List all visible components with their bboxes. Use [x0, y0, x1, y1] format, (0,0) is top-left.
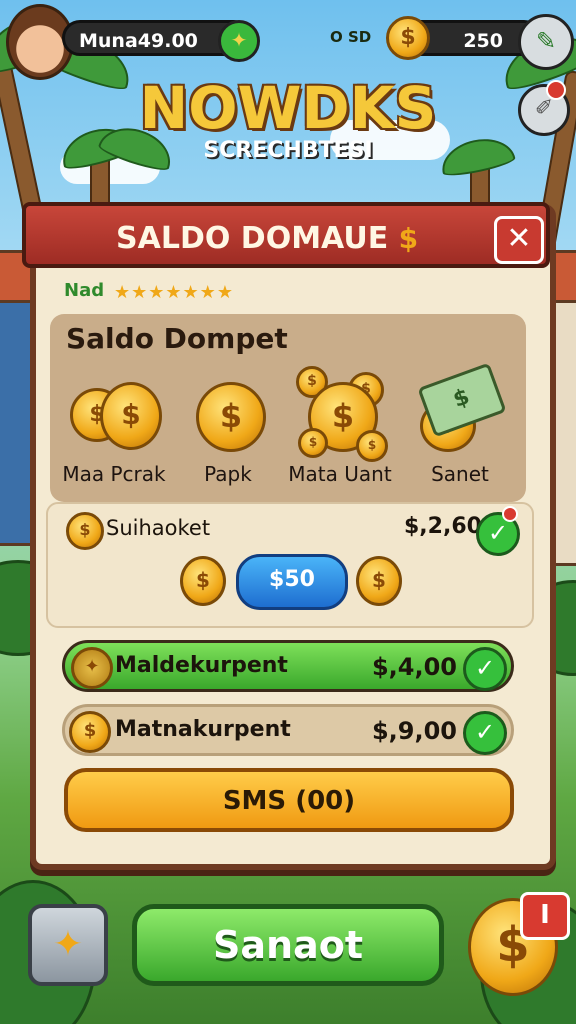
balance-value: $,2,60	[404, 514, 482, 539]
coin-icon: $	[356, 430, 388, 462]
coin-icon: $	[66, 512, 104, 550]
coin-icon: $	[100, 382, 162, 450]
payment-option-row[interactable]: $ Matnakurpent $,9,00 ✓	[62, 704, 514, 756]
rating-label: Nad	[64, 280, 105, 301]
coin-icon: $	[196, 382, 266, 452]
main-action-button[interactable]: Sanaot	[132, 904, 444, 986]
amount-button[interactable]: $50	[236, 554, 348, 610]
wallet-title: Saldo Dompet	[66, 322, 288, 355]
check-icon: ✓	[463, 711, 507, 755]
wallet-item-label: Sanet	[431, 462, 489, 486]
currency-label: O SD	[330, 28, 372, 46]
row-label: Maldekurpent	[115, 653, 288, 678]
coin-count: 250	[463, 30, 503, 52]
notification-badge: I	[520, 892, 570, 940]
money-bag-icon: $	[398, 222, 419, 255]
cash-shop-icon[interactable]: ✎	[518, 14, 574, 70]
rating-stars: ★★★★★★★	[114, 282, 234, 303]
notification-dot	[502, 506, 518, 522]
player-name: Muna49.00	[79, 30, 198, 52]
coin-icon: $	[69, 711, 111, 753]
wallet-item-label: Mata Uant	[288, 462, 392, 486]
coin-icon: $	[386, 16, 430, 60]
bird-icon: ✦	[52, 924, 84, 965]
row-label: Matnakurpent	[115, 717, 291, 742]
bird-coin-icon: ✦	[71, 647, 113, 689]
bird-badge-button[interactable]: ✦	[28, 904, 108, 986]
game-title: NOWDKS	[139, 74, 437, 142]
increase-coin-icon[interactable]: $	[356, 556, 402, 606]
game-subtitle: SCRECHBTESI	[203, 138, 373, 163]
sms-button[interactable]: SMS (00)	[64, 768, 514, 832]
wallet-item-label: Papk	[204, 462, 252, 486]
panel-title: SALDO DOMAUE	[116, 221, 389, 256]
coin-icon: $	[298, 428, 328, 458]
check-icon: ✓	[463, 647, 507, 691]
row-value: $,4,00	[371, 653, 457, 681]
wallet-item-label: Maa Pcrak	[62, 462, 166, 486]
payment-option-row[interactable]: ✦ Maldekurpent $,4,00 ✓	[62, 640, 514, 692]
balance-label: Suihaoket	[106, 516, 211, 540]
panel-header: SALDO DOMAUE $	[22, 202, 550, 268]
bird-icon[interactable]: ✦	[218, 20, 260, 62]
close-button[interactable]: ✕	[494, 216, 544, 264]
decrease-coin-icon[interactable]: $	[180, 556, 226, 606]
row-value: $,9,00	[371, 717, 457, 745]
